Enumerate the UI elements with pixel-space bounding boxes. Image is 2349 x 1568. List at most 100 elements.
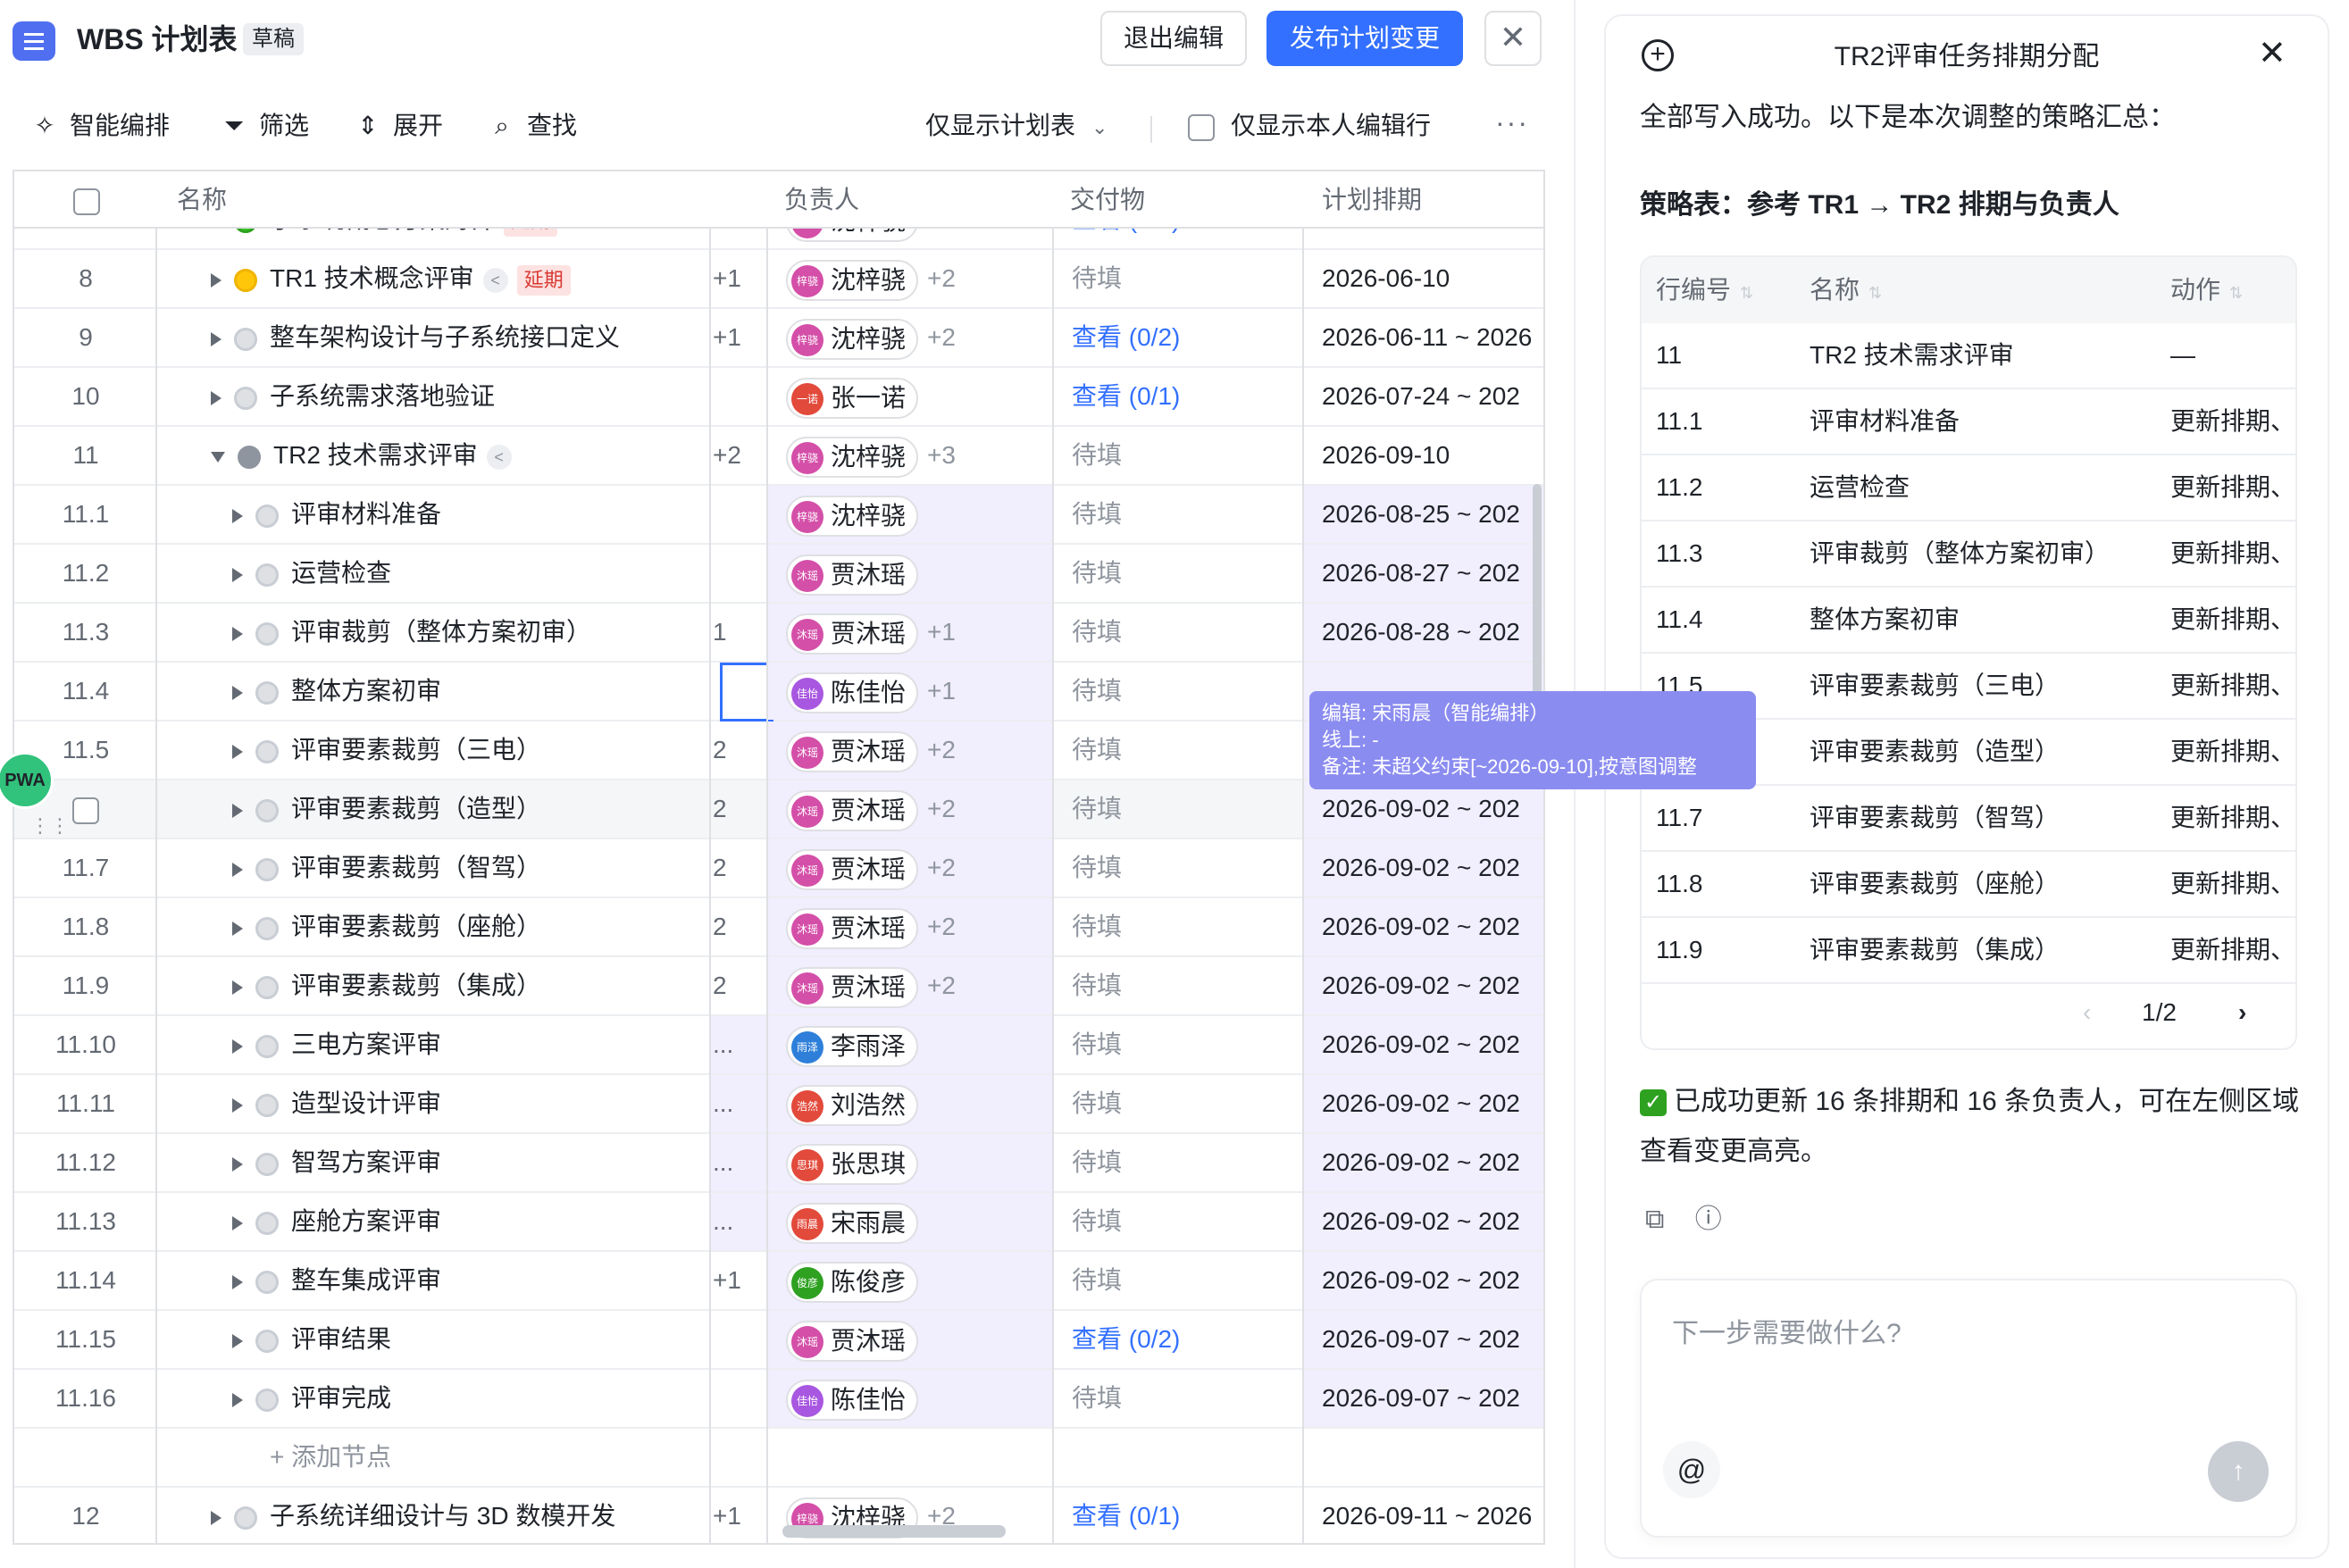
- owner-chip[interactable]: 梓骁沈梓骁: [786, 318, 919, 360]
- col-deliverable[interactable]: 交付物: [1070, 171, 1145, 229]
- expand-row-icon[interactable]: [232, 803, 243, 818]
- row-name-cell[interactable]: 智驾方案评审: [157, 1134, 711, 1191]
- table-row[interactable]: 评审要素裁剪（造型） 2 沐瑶 贾沐瑶 +2 待填 2026-09-02 ~ 202: [14, 780, 1543, 839]
- row-name-cell[interactable]: 造型设计评审: [157, 1075, 711, 1132]
- reference-icon[interactable]: <: [482, 267, 508, 293]
- owner-chip[interactable]: 思琪 张思琪: [786, 1143, 919, 1185]
- owner-chip[interactable]: 佳怡 陈佳怡: [786, 671, 919, 713]
- owner-chip[interactable]: 浩然 刘浩然: [786, 1084, 919, 1126]
- deliverable-cell[interactable]: 待填: [1054, 1016, 1302, 1073]
- plan-cell[interactable]: [1304, 1429, 1543, 1486]
- drag-handle-icon[interactable]: ⋮⋮: [30, 814, 70, 838]
- row-name-cell[interactable]: 子系统需求落地验证: [157, 368, 711, 425]
- deliverable-cell[interactable]: 待填: [1054, 1193, 1302, 1250]
- chat-input-placeholder[interactable]: 下一步需要做什么?: [1672, 1311, 1902, 1350]
- only-mine-checkbox[interactable]: [1188, 114, 1215, 141]
- col-name[interactable]: 名称 ⇅: [1810, 257, 1882, 323]
- owner-more-count[interactable]: +2: [927, 854, 956, 881]
- row-extra[interactable]: [711, 1370, 766, 1427]
- row-extra[interactable]: 1: [711, 604, 766, 661]
- expand-row-icon[interactable]: [232, 980, 243, 995]
- owner-cell[interactable]: 梓骁沈梓骁 +2: [768, 250, 1052, 307]
- row-extra[interactable]: [711, 368, 766, 425]
- row-extra[interactable]: 2: [711, 780, 766, 838]
- owner-cell[interactable]: 沐瑶 贾沐瑶 +2: [768, 721, 1052, 779]
- expand-row-icon[interactable]: [211, 390, 222, 405]
- table-row[interactable]: 10 子系统需求落地验证 一诺 张一诺 查看 (0/1) 2026-07-24 ~ 202: [14, 368, 1543, 427]
- owner-cell[interactable]: 沐瑶 贾沐瑶 +1: [768, 604, 1052, 661]
- row-extra[interactable]: 2: [711, 721, 766, 779]
- table-row[interactable]: 11.9 评审要素裁剪（集成） 2 沐瑶 贾沐瑶 +2 待填 2026-09-02 ~ 202: [14, 957, 1543, 1016]
- deliverable-cell[interactable]: 待填: [1054, 604, 1302, 661]
- deliverable-cell[interactable]: 查看 (0/1): [1054, 368, 1302, 425]
- row-extra[interactable]: +1: [711, 309, 766, 366]
- row-name-cell[interactable]: TR1 技术概念评审 < 延期: [157, 250, 711, 307]
- col-action[interactable]: 动作 ⇅: [2170, 257, 2243, 323]
- deliverable-cell[interactable]: 待填: [1054, 1370, 1302, 1427]
- owner-chip[interactable]: 沐瑶 贾沐瑶: [786, 907, 919, 949]
- plan-cell[interactable]: 2026-09-02 ~ 202: [1304, 957, 1543, 1014]
- expand-row-icon[interactable]: [232, 862, 243, 877]
- plan-cell[interactable]: 2026-09-02 ~ 202: [1304, 1252, 1543, 1309]
- reference-icon[interactable]: <: [486, 444, 512, 470]
- owner-cell[interactable]: 雨泽 李雨泽: [768, 1016, 1052, 1073]
- owner-cell[interactable]: 沐瑶 贾沐瑶: [768, 1311, 1052, 1368]
- plan-cell[interactable]: 2026-08-28 ~ 202: [1304, 604, 1543, 661]
- owner-cell[interactable]: 浩然 刘浩然: [768, 1075, 1052, 1132]
- selected-cell[interactable]: [720, 663, 773, 721]
- row-extra[interactable]: ...: [711, 1016, 766, 1073]
- deliverable-cell[interactable]: 待填: [1054, 1134, 1302, 1191]
- select-all-checkbox[interactable]: [73, 171, 100, 229]
- plan-cell[interactable]: 2026-08-27 ~ 202: [1304, 545, 1543, 602]
- table-row[interactable]: 11.1 评审材料准备 梓骁 沈梓骁 待填 2026-08-25 ~ 202: [14, 486, 1543, 545]
- table-row[interactable]: 11.11 造型设计评审... 浩然 刘浩然 待填 2026-09-02 ~ 202: [14, 1075, 1543, 1134]
- deliverable-cell[interactable]: 待填: [1054, 780, 1302, 838]
- close-icon[interactable]: ✕: [2258, 36, 2286, 71]
- expand-row-icon[interactable]: [232, 1038, 243, 1054]
- row-extra[interactable]: +1: [711, 250, 766, 307]
- owner-chip[interactable]: 俊彦 陈俊彦: [786, 1261, 919, 1303]
- owner-cell[interactable]: 沐瑶 贾沐瑶 +2: [768, 780, 1052, 838]
- deliverable-cell[interactable]: 待填: [1054, 427, 1302, 484]
- row-extra[interactable]: +1: [711, 1488, 766, 1543]
- table-row[interactable]: 11.8 评审要素裁剪（座舱） 2 沐瑶 贾沐瑶 +2 待填 2026-09-02 ~ 202: [14, 898, 1543, 957]
- owner-more-count[interactable]: +2: [927, 264, 956, 292]
- plan-cell[interactable]: 2026-07-24 ~ 202: [1304, 368, 1543, 425]
- send-icon[interactable]: ↑: [2208, 1441, 2269, 1502]
- row-extra[interactable]: +2: [711, 427, 766, 484]
- expand-row-icon[interactable]: [232, 744, 243, 759]
- filter-button[interactable]: ⏷ 筛选: [220, 107, 309, 145]
- plan-cell[interactable]: 2026-09-07 ~ 202: [1304, 1370, 1543, 1427]
- row-name-cell[interactable]: + 添加节点: [157, 1429, 711, 1486]
- owner-more-count[interactable]: +2: [927, 323, 956, 351]
- row-name-cell[interactable]: 整车架构设计与子系统接口定义: [157, 309, 711, 366]
- row-name-cell[interactable]: 评审要素裁剪（造型）: [157, 780, 711, 838]
- col-owner[interactable]: 负责人: [784, 171, 859, 229]
- table-row[interactable]: 11 TR2 技术需求评审 < +2 梓骁 沈梓骁 +3 待填 2026-09-10: [14, 427, 1543, 486]
- col-plan[interactable]: 计划排期: [1322, 171, 1422, 229]
- row-name-cell[interactable]: 评审要素裁剪（三电）: [157, 721, 711, 779]
- expand-row-icon[interactable]: [232, 626, 243, 641]
- table-row[interactable]: 11.2 运营检查 沐瑶 贾沐瑶 待填 2026-08-27 ~ 202: [14, 545, 1543, 604]
- owner-chip[interactable]: 沐瑶 贾沐瑶: [786, 1320, 919, 1362]
- table-row[interactable]: 11.12 智驾方案评审... 思琪 张思琪 待填 2026-09-02 ~ 202: [14, 1134, 1543, 1193]
- owner-cell[interactable]: 俊彦 陈俊彦: [768, 1252, 1052, 1309]
- owner-chip[interactable]: 沐瑶 贾沐瑶: [786, 554, 919, 596]
- owner-cell[interactable]: 佳怡 陈佳怡: [768, 1370, 1052, 1427]
- owner-chip[interactable]: 沐瑶 贾沐瑶: [786, 848, 919, 890]
- table-row[interactable]: 9 整车架构设计与子系统接口定义 +1 梓骁 沈梓骁 +2 查看 (0/2) 2026-06-…: [14, 309, 1543, 368]
- expand-row-icon[interactable]: [232, 1097, 243, 1113]
- owner-chip[interactable]: 沐瑶 贾沐瑶: [786, 789, 919, 831]
- expand-row-icon[interactable]: [232, 1215, 243, 1230]
- view-select[interactable]: 仅显示计划表 ⌄: [925, 107, 1108, 146]
- owner-chip[interactable]: 沐瑶 贾沐瑶: [786, 730, 919, 772]
- plan-cell[interactable]: 2026-09-10: [1304, 427, 1543, 484]
- row-name-cell[interactable]: 评审要素裁剪（集成）: [157, 957, 711, 1014]
- close-icon[interactable]: ✕: [1484, 11, 1542, 66]
- row-name-cell[interactable]: 整体方案初审: [157, 663, 711, 720]
- expand-row-icon[interactable]: [232, 685, 243, 700]
- owner-cell[interactable]: 思琪 张思琪: [768, 1134, 1052, 1191]
- copy-icon[interactable]: ⧉: [1645, 1205, 1664, 1234]
- expand-row-icon[interactable]: [232, 1274, 243, 1289]
- expand-row-icon[interactable]: [232, 1392, 243, 1407]
